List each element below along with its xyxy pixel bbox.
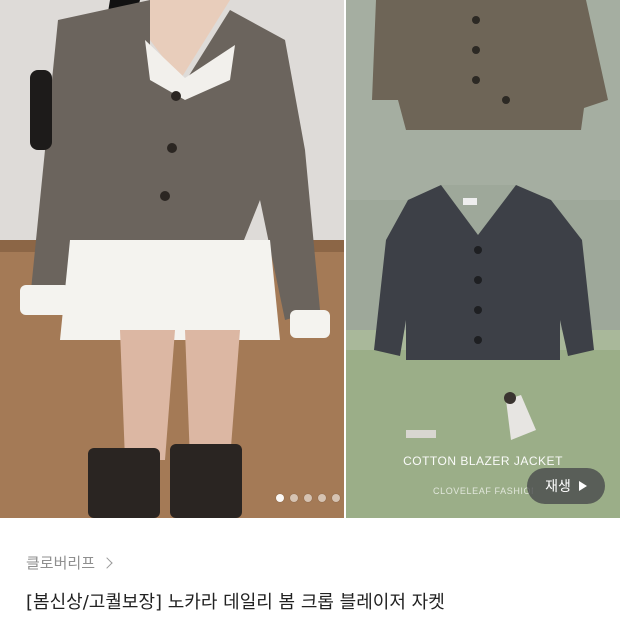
- image-overlay-brand: CLOVELEAF FASHION: [433, 486, 533, 496]
- model-photo: [0, 0, 344, 518]
- video-play-button[interactable]: 재생: [527, 468, 605, 504]
- product-image-carousel[interactable]: COTTON BLAZER JACKET CLOVELEAF FASHION 재…: [0, 0, 620, 518]
- carousel-dot-active[interactable]: [276, 494, 284, 502]
- carousel-indicator: [276, 494, 340, 502]
- product-flatlay-photo: [346, 0, 620, 518]
- product-title: [봄신상/고퀄보장] 노카라 데일리 봄 크롭 블레이저 자켓: [26, 592, 445, 613]
- brand-link[interactable]: 클로버리프: [26, 552, 113, 573]
- play-button-label: 재생: [545, 479, 571, 495]
- carousel-dot[interactable]: [304, 494, 312, 502]
- carousel-dot[interactable]: [332, 494, 340, 502]
- carousel-dot[interactable]: [290, 494, 298, 502]
- play-icon: [578, 481, 587, 491]
- carousel-dot[interactable]: [318, 494, 326, 502]
- brand-name: 클로버리프: [26, 554, 96, 572]
- image-overlay-title: COTTON BLAZER JACKET: [403, 454, 563, 468]
- chevron-right-icon: [101, 556, 113, 569]
